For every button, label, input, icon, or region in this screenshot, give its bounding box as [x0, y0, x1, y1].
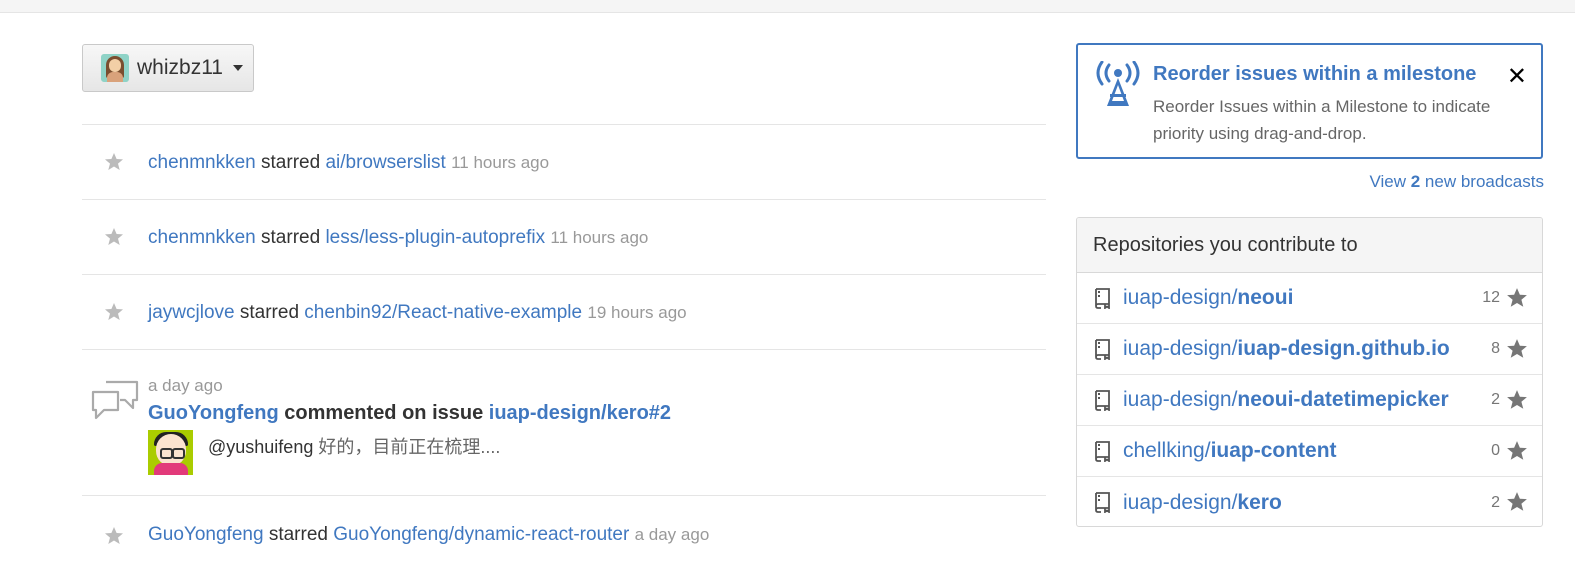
close-icon[interactable]: ✕	[1507, 65, 1527, 89]
broadcast-icon	[1096, 61, 1140, 106]
repo-icon	[1095, 492, 1110, 513]
feed-actor-link[interactable]: GuoYongfeng	[148, 402, 279, 424]
repo-name: neoui	[1237, 286, 1294, 309]
repo-icon	[1095, 441, 1110, 462]
star-icon	[1507, 492, 1527, 511]
repo-name: iuap-design.github.io	[1237, 337, 1450, 360]
comment-discussion-icon	[91, 380, 139, 420]
feed-actor-link[interactable]: jaywcjlove	[148, 302, 235, 323]
feed-item-star: GuoYongfeng starred GuoYongfeng/dynamic-…	[82, 495, 1046, 570]
feed-item-star: chenmnkken starred less/less-plugin-auto…	[82, 199, 1046, 274]
feed-repo-link[interactable]: GuoYongfeng/dynamic-react-router	[333, 524, 629, 545]
feed-actor-link[interactable]: GuoYongfeng	[148, 524, 264, 545]
repo-star-count: 2	[1491, 493, 1500, 511]
contributed-repos-panel: Repositories you contribute to iuap-desi…	[1076, 217, 1543, 527]
comment-body: 好的，目前正在梳理....	[318, 437, 501, 457]
broadcast-title-link[interactable]: Reorder issues within a milestone	[1153, 63, 1476, 86]
feed-time: 19 hours ago	[587, 303, 687, 322]
star-icon	[105, 527, 123, 544]
repo-list-item[interactable]: iuap-design/iuap-design.github.io 8	[1077, 324, 1542, 375]
repo-list-item[interactable]: iuap-design/neoui 12	[1077, 273, 1542, 324]
repo-name: kero	[1237, 490, 1282, 514]
repo-icon	[1095, 288, 1110, 309]
feed-repo-link[interactable]: ai/browserslist	[325, 152, 445, 173]
feed-actor-link[interactable]: chenmnkken	[148, 227, 256, 248]
feed-time: a day ago	[148, 376, 223, 395]
broadcast-description: Reorder Issues within a Milestone to ind…	[1153, 97, 1491, 143]
star-icon	[105, 153, 123, 170]
broadcast-count: 2	[1410, 172, 1421, 191]
activity-feed: chenmnkken starred ai/browserslist 11 ho…	[82, 124, 1046, 570]
star-icon	[1507, 390, 1527, 409]
star-icon	[105, 228, 123, 245]
repo-name: neoui-datetimepicker	[1237, 388, 1449, 411]
feed-repo-link[interactable]: chenbin92/React-native-example	[304, 302, 582, 323]
repo-star-count: 2	[1491, 391, 1500, 408]
feed-time: 11 hours ago	[550, 228, 649, 247]
commenter-avatar[interactable]	[148, 430, 193, 475]
feed-item-star: chenmnkken starred ai/browserslist 11 ho…	[82, 124, 1046, 199]
feed-repo-link[interactable]: less/less-plugin-autoprefix	[325, 227, 545, 248]
star-icon	[1507, 441, 1527, 460]
view-new-broadcasts-link[interactable]: View 2 new broadcasts	[1369, 172, 1544, 192]
star-icon	[1507, 339, 1527, 358]
feed-verb: starred	[268, 524, 328, 545]
repo-list-item[interactable]: chellking/iuap-content 0	[1077, 426, 1542, 477]
view-suffix: new broadcasts	[1424, 172, 1544, 191]
avatar	[101, 54, 129, 82]
feed-actor-link[interactable]: chenmnkken	[148, 152, 256, 173]
top-bar	[0, 0, 1575, 13]
repo-star-count: 0	[1491, 442, 1500, 459]
feed-item-comment: a day ago GuoYongfeng commented on issue…	[82, 349, 1046, 495]
account-username: whizbz11	[137, 56, 223, 79]
feed-issue-link[interactable]: iuap-design/kero#2	[489, 402, 671, 424]
feed-verb: starred	[261, 227, 321, 248]
repo-name: iuap-content	[1210, 439, 1337, 462]
repo-list-item[interactable]: iuap-design/neoui-datetimepicker 2	[1077, 375, 1542, 426]
star-icon	[105, 303, 123, 320]
star-icon	[1507, 288, 1527, 307]
feed-item-star: jaywcjlove starred chenbin92/React-nativ…	[82, 274, 1046, 349]
repo-owner: chellking/	[1123, 439, 1211, 462]
broadcast-panel: Reorder issues within a milestone Reorde…	[1076, 43, 1543, 159]
caret-down-icon	[233, 65, 243, 71]
feed-time: a day ago	[634, 525, 710, 544]
repo-owner: iuap-design/	[1123, 337, 1238, 360]
repo-star-count: 12	[1482, 289, 1500, 306]
view-prefix: View	[1369, 172, 1406, 191]
repo-icon	[1095, 390, 1110, 411]
feed-action: commented on issue	[284, 402, 484, 424]
repo-owner: iuap-design/	[1123, 388, 1238, 411]
feed-verb: starred	[261, 152, 321, 173]
feed-time: 11 hours ago	[451, 153, 550, 172]
repos-panel-header: Repositories you contribute to	[1077, 218, 1542, 273]
repo-owner: iuap-design/	[1123, 490, 1238, 514]
feed-verb: starred	[239, 302, 300, 323]
repo-icon	[1095, 339, 1110, 360]
comment-mention: @yushuifeng	[208, 437, 314, 457]
repo-star-count: 8	[1491, 340, 1500, 357]
repo-owner: iuap-design/	[1123, 286, 1238, 309]
repo-list-item[interactable]: iuap-design/kero 2	[1077, 477, 1542, 526]
account-context-switcher[interactable]: whizbz11	[82, 44, 254, 92]
